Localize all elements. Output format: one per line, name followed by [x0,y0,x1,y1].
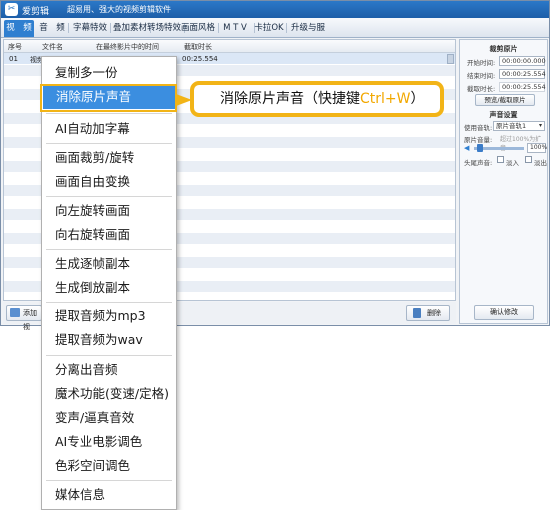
fade-in-checkbox[interactable] [497,156,504,163]
menu-item-free-transform[interactable]: 画面自由变换 [42,170,176,194]
menu-divider [46,480,172,481]
main-tabs: 视 频 音 频 字幕特效 叠加素材 转场特效 画面风格 M T V 卡拉OK 升… [1,18,549,50]
start-time-input[interactable]: 00:00:00.000 [499,56,546,66]
title-bar: ✂ 爱剪辑 超易用、强大的视频剪辑软件 [1,1,549,18]
speaker-icon: ◀ [464,144,470,152]
menu-item-reverse-copy[interactable]: 生成倒放副本 [42,276,176,300]
delete-label: 删除 [427,309,441,317]
menu-item-magic[interactable]: 魔术功能(变速/定格) [42,382,176,406]
volume-input[interactable]: 100% [527,143,547,153]
fade-in-label: 淡入 [506,159,519,167]
menu-divider [46,196,172,197]
list-header: 序号 文件名 在最终影片中的时间 截取时长 [4,40,455,53]
app-logo-icon: ✂ [5,3,18,16]
menu-divider [46,113,172,114]
menu-item-duplicate[interactable]: 复制多一份 [42,61,176,85]
tab-subtitles[interactable]: 字幕特效 [71,20,109,37]
add-video-button[interactable]: 添加视 [6,305,42,331]
add-video-icon [10,308,20,317]
menu-item-crop-rotate[interactable]: 画面裁剪/旋转 [42,146,176,170]
menu-item-voice-effects[interactable]: 变声/逼真音效 [42,406,176,430]
menu-item-color-space[interactable]: 色彩空间调色 [42,454,176,478]
col-time: 在最终影片中的时间 [96,43,159,51]
duration-value: 00:00:25.554 [499,82,546,92]
col-filename: 文件名 [42,43,63,51]
menu-divider [46,302,172,303]
menu-divider [46,249,172,250]
tab-transitions[interactable]: 转场特效 [145,20,183,37]
menu-item-extract-wav[interactable]: 提取音频为wav [42,328,176,352]
app-name: 爱剪辑 [22,7,50,17]
menu-divider [46,355,172,356]
volume-label: 原片音量: [464,136,493,144]
menu-item-ai-subtitles[interactable]: AI自动加字幕 [42,117,176,141]
tab-divider [68,23,69,33]
row-index: 01 [9,55,18,63]
callout-shortcut: Ctrl+W [360,91,411,107]
confirm-button[interactable]: 确认修改 [474,305,534,320]
audio-section-title: 声音设置 [489,111,518,119]
row-end: 00:25.554 [182,55,218,63]
audio-track-value: 原片音轨1 [496,122,527,130]
tab-upgrade[interactable]: 升级与服务 [287,20,329,50]
menu-item-separate-audio[interactable]: 分离出音频 [42,358,176,382]
duration-label: 截取时长: [467,85,496,93]
tab-overlay[interactable]: 叠加素材 [111,20,149,37]
end-time-input[interactable]: 00:00:25.554 [499,69,546,79]
fade-out-label: 淡出 [534,159,547,167]
row-scroll-icon[interactable] [447,54,454,64]
menu-item-ai-color-grade[interactable]: AI专业电影调色 [42,430,176,454]
clip-section-title: 裁剪原片 [489,45,518,53]
audio-track-select[interactable]: 原片音轨1 ▾ [493,121,545,131]
preview-clip-button[interactable]: 预览/截取原片 [475,94,535,106]
fade-out-checkbox[interactable] [525,156,532,163]
menu-item-extract-mp3[interactable]: 提取音频为mp3 [42,304,176,328]
tab-karaoke[interactable]: 卡拉OK [253,20,285,37]
shortcut-callout: 消除原片声音（快捷键Ctrl+W） [190,81,444,117]
start-time-label: 开始时间: [467,59,496,67]
tab-style[interactable]: 画面风格 [179,20,217,37]
volume-slider-handle[interactable] [477,144,483,152]
audio-track-label: 使用音轨: [464,124,493,132]
menu-item-media-info[interactable]: 媒体信息 [42,483,176,507]
fade-label: 头尾声音: [464,159,493,167]
delete-button[interactable]: 删除 [406,305,450,321]
trash-icon [413,308,421,318]
chevron-down-icon: ▾ [538,122,542,129]
add-video-label: 添加视 [23,309,37,331]
menu-divider [46,143,172,144]
end-time-label: 结束时间: [467,72,496,80]
highlight-frame [40,84,177,112]
tab-mtv[interactable]: M T V [217,20,253,37]
context-menu: 复制多一份 消除原片声音 AI自动加字幕 画面裁剪/旋转 画面自由变换 向左旋转… [41,56,177,510]
callout-suffix: ） [410,91,425,107]
col-index: 序号 [8,43,22,51]
menu-item-frame-copy[interactable]: 生成逐帧副本 [42,252,176,276]
menu-item-rotate-right[interactable]: 向右旋转画面 [42,223,176,247]
clip-settings-panel: 裁剪原片 开始时间: 00:00:00.000 结束时间: 00:00:25.5… [459,39,548,324]
tab-audio[interactable]: 音 频 [38,20,66,37]
col-duration: 截取时长 [184,43,212,51]
callout-text: 消除原片声音（快捷键 [220,91,360,107]
menu-item-rotate-left[interactable]: 向左旋转画面 [42,199,176,223]
tab-video[interactable]: 视 频 [4,20,34,37]
app-slogan: 超易用、强大的视频剪辑软件 [67,5,171,14]
